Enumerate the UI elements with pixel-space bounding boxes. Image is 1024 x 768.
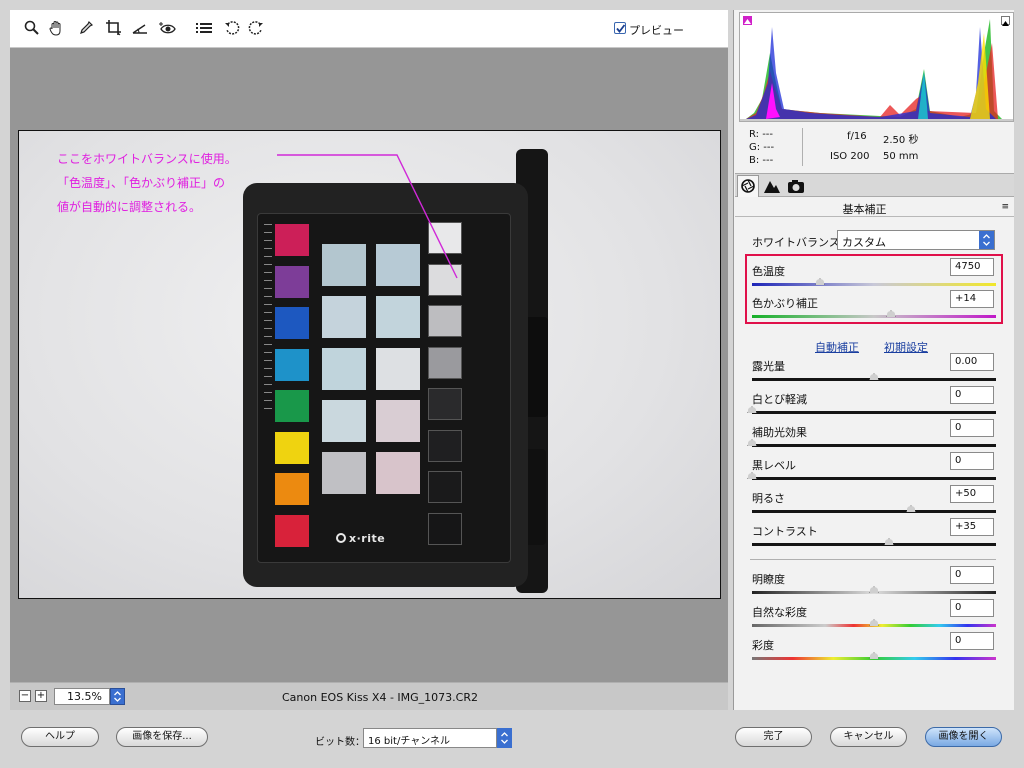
zoom-out-button[interactable]: −	[19, 690, 31, 702]
zoom-level-field[interactable]: 13.5%	[54, 688, 110, 705]
tint-field[interactable]: +14	[950, 290, 994, 308]
slider-value-field[interactable]: +50	[950, 485, 994, 503]
slider-track	[752, 444, 996, 447]
temperature-label: 色温度	[752, 265, 785, 278]
photo-preview[interactable]: x·rite ここをホワイトバランスに使用。 「色温度」、「色かぶり補正」の 値…	[18, 130, 721, 599]
mountain-icon	[764, 181, 780, 193]
r-value: R: ---	[749, 129, 774, 140]
bit-depth-select[interactable]: 16 bit/チャンネル	[363, 728, 497, 748]
aperture-icon	[741, 179, 755, 193]
panel-title: 基本補正	[842, 203, 887, 216]
slider-value-field[interactable]: 0	[950, 566, 994, 584]
shutter-speed: 2.50 秒	[883, 135, 919, 146]
histogram-graph	[740, 13, 1013, 121]
slider-track	[752, 411, 996, 414]
slider-label: 自然な彩度	[752, 606, 807, 619]
bit-depth-label: ビット数：	[315, 737, 365, 748]
slider-value-field[interactable]: 0	[950, 386, 994, 404]
slider-label: コントラスト	[752, 525, 818, 538]
open-image-button[interactable]: 画像を開く	[925, 727, 1002, 747]
cancel-button[interactable]: キャンセル	[830, 727, 907, 747]
straighten-icon[interactable]	[130, 18, 150, 38]
temperature-field[interactable]: 4750	[950, 258, 994, 276]
temperature-track	[752, 283, 996, 286]
panel-tabs	[735, 173, 1014, 197]
slider-label: 補助光効果	[752, 426, 807, 439]
slider-thumb[interactable]	[747, 472, 757, 479]
file-name: Canon EOS Kiss X4 - IMG_1073.CR2	[282, 691, 478, 704]
b-value: B: ---	[749, 155, 774, 166]
slider-thumb[interactable]	[905, 505, 916, 512]
done-button[interactable]: 完了	[735, 727, 812, 747]
tint-track	[752, 315, 996, 318]
hand-icon[interactable]	[46, 18, 66, 38]
iso: ISO 200	[830, 151, 870, 162]
panel-menu-icon[interactable]: ≡	[1001, 202, 1009, 212]
info-divider	[802, 128, 803, 166]
crop-icon[interactable]	[104, 18, 124, 38]
white-balance-eyedropper-icon[interactable]	[76, 18, 96, 38]
section-divider	[750, 559, 996, 560]
zoom-dropdown-arrow-icon[interactable]	[110, 688, 125, 705]
wb-dropdown-arrow-icon[interactable]	[979, 231, 994, 249]
panel-header: 基本補正 ≡	[735, 198, 1014, 217]
slider-label: 白とび軽減	[752, 393, 807, 406]
auto-link[interactable]: 自動補正	[815, 339, 859, 355]
wb-label: ホワイトバランス：	[752, 236, 851, 249]
slider-value-field[interactable]: +35	[950, 518, 994, 536]
default-link[interactable]: 初期設定	[884, 339, 928, 355]
wb-select[interactable]: カスタム	[837, 230, 995, 250]
slider-thumb[interactable]	[869, 373, 879, 380]
zoom-in-button[interactable]: +	[35, 690, 47, 702]
tint-label: 色かぶり補正	[752, 297, 818, 310]
status-bar: − + 13.5% Canon EOS Kiss X4 - IMG_1073.C…	[10, 682, 728, 710]
slider-thumb[interactable]	[869, 619, 879, 626]
slider-thumb[interactable]	[869, 652, 879, 659]
slider-track	[752, 543, 996, 546]
focal-length: 50 mm	[883, 151, 919, 162]
bit-depth-dropdown-arrow-icon[interactable]	[497, 728, 512, 748]
slider-label: 明るさ	[752, 492, 785, 505]
preview-checkbox[interactable]	[614, 22, 626, 34]
slider-value-field[interactable]: 0.00	[950, 353, 994, 371]
slider-value-field[interactable]: 0	[950, 419, 994, 437]
slider-thumb[interactable]	[883, 538, 894, 545]
slider-label: 明瞭度	[752, 573, 785, 586]
tab-camera-calibration[interactable]	[786, 177, 806, 195]
slider-label: 露光量	[752, 360, 785, 373]
g-value: G: ---	[749, 142, 775, 153]
rgb-readout: R: --- G: --- B: ---	[749, 128, 774, 167]
slider-track	[752, 477, 996, 480]
rotate-right-icon[interactable]	[246, 18, 266, 38]
preview-label: プレビュー	[629, 24, 684, 37]
slider-value-field[interactable]: 0	[950, 452, 994, 470]
tint-thumb[interactable]	[886, 310, 897, 317]
slider-thumb[interactable]	[869, 586, 879, 593]
highlight-clipping-warning-icon[interactable]	[1001, 16, 1010, 26]
zoom-icon[interactable]	[22, 18, 42, 38]
help-button[interactable]: ヘルプ	[21, 727, 99, 747]
slider-value-field[interactable]: 0	[950, 599, 994, 617]
rotate-left-icon[interactable]	[222, 18, 242, 38]
histogram	[739, 12, 1014, 122]
annotation-pointer	[277, 154, 458, 279]
slider-label: 黒レベル	[752, 459, 796, 472]
tab-tone-curve[interactable]	[762, 177, 782, 195]
slider-thumb[interactable]	[747, 406, 757, 413]
slider-track	[752, 510, 996, 513]
preferences-icon[interactable]	[194, 18, 214, 38]
tab-basic[interactable]	[737, 175, 759, 197]
slider-thumb[interactable]	[747, 439, 757, 446]
camera-icon	[788, 180, 804, 193]
toolbar: プレビュー	[10, 10, 728, 48]
slider-label: 彩度	[752, 639, 774, 652]
save-image-button[interactable]: 画像を保存...	[116, 727, 208, 747]
red-eye-icon[interactable]	[158, 18, 178, 38]
aperture: f/16	[847, 131, 867, 142]
slider-value-field[interactable]: 0	[950, 632, 994, 650]
temperature-thumb[interactable]	[815, 278, 826, 285]
shadow-clipping-warning-icon[interactable]	[743, 16, 752, 25]
